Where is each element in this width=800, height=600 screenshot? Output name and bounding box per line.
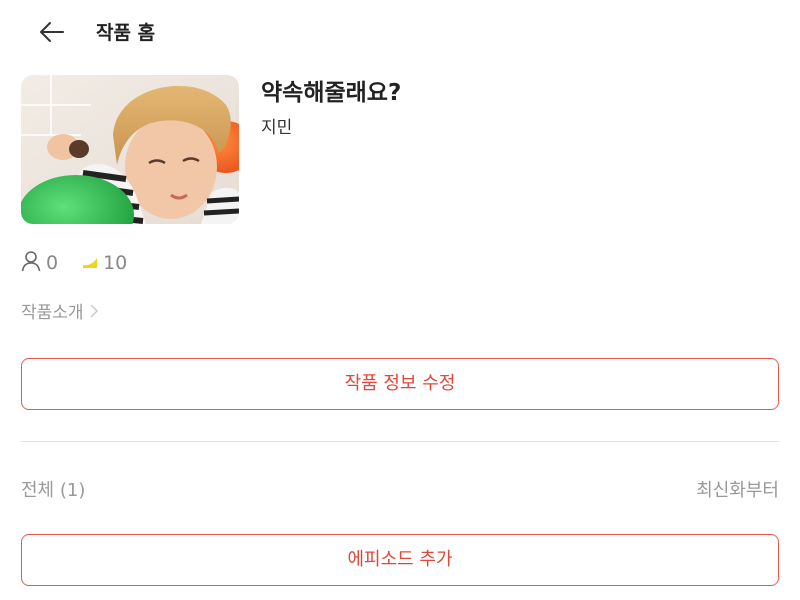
rating-stat: 10 — [82, 250, 127, 276]
work-intro-link[interactable]: 작품소개 — [21, 301, 98, 325]
work-intro-label: 작품소개 — [21, 303, 84, 323]
work-title: 약속해줄래요? — [261, 80, 402, 106]
chevron-right-icon — [90, 301, 98, 325]
edit-work-info-button[interactable]: 작품 정보 수정 — [21, 358, 779, 410]
section-divider — [21, 441, 779, 442]
work-stats: 0 10 — [21, 250, 127, 276]
back-arrow-icon[interactable] — [36, 16, 70, 50]
cover-image[interactable] — [21, 75, 239, 224]
page-title: 작품 홈 — [96, 22, 156, 44]
episode-count: 전체 (1) — [21, 480, 86, 501]
rating-icon — [82, 252, 98, 274]
top-header: 작품 홈 — [0, 0, 800, 66]
rating-value: 10 — [103, 252, 128, 274]
sort-order-toggle[interactable]: 최신화부터 — [696, 478, 779, 504]
author-name: 지민 — [261, 118, 293, 138]
subscriber-stat: 0 — [21, 250, 58, 277]
subscriber-count: 0 — [46, 252, 59, 274]
add-episode-button[interactable]: 에피소드 추가 — [21, 534, 779, 586]
person-icon — [21, 250, 41, 277]
